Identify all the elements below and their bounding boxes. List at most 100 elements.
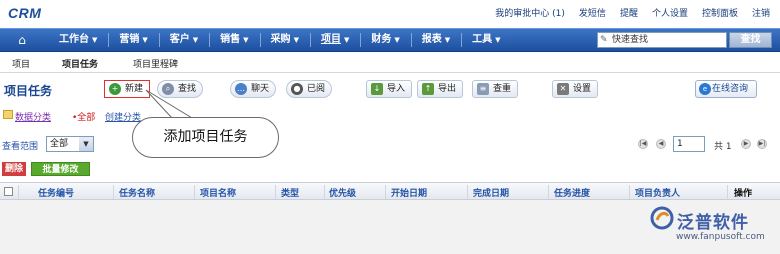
col-project-name[interactable]: 项目名称 — [200, 186, 236, 199]
online-consult-label: 在线咨询 — [712, 84, 749, 94]
nav-item-finance[interactable]: 财务 ▼ — [360, 29, 410, 51]
col-task-progress[interactable]: 任务进度 — [554, 186, 590, 199]
nav-item-marketing[interactable]: 营销 ▼ — [108, 29, 158, 51]
search-icon: ⌕ — [162, 83, 174, 95]
nav-item-label: 客户 — [169, 34, 190, 45]
nav-item-sales[interactable]: 销售 ▼ — [209, 29, 259, 51]
caret-down-icon: ▼ — [192, 36, 199, 44]
nav-item-tools[interactable]: 工具 ▼ — [461, 29, 511, 51]
column-divider — [18, 185, 19, 199]
nav-item-workbench[interactable]: 工作台 ▼ — [48, 29, 108, 51]
nav-item-label: 销售 — [220, 34, 241, 45]
reminder-link[interactable]: 提醒 — [620, 6, 638, 19]
nav-item-label: 营销 — [119, 34, 140, 45]
sub-nav: 项目 项目任务 项目里程碑 — [0, 53, 780, 73]
consult-icon: e — [699, 83, 711, 95]
dedupe-button[interactable]: ≡ 查重 — [472, 80, 519, 98]
page-title: 项目任务 — [4, 84, 53, 98]
logout-link[interactable]: 注销 — [752, 6, 770, 19]
tab-project-tasks[interactable]: 项目任务 — [62, 57, 98, 70]
caret-down-icon: ▼ — [243, 36, 249, 44]
caret-down-icon: ▼ — [444, 36, 451, 44]
export-icon: ↑ — [422, 83, 434, 95]
chat-button-label: 聊天 — [251, 84, 270, 94]
batch-edit-button[interactable]: 批量修改 — [31, 162, 90, 176]
column-divider — [727, 185, 728, 199]
prev-page-icon[interactable]: ◀ — [656, 139, 666, 149]
caret-down-icon: ▼ — [495, 36, 501, 44]
nav-item-label: 财务 — [371, 34, 392, 45]
caret-down-icon: ▼ — [343, 36, 350, 44]
settings-button[interactable]: ✕ 设置 — [552, 80, 599, 98]
nav-item-label: 工具 — [472, 34, 493, 45]
read-button-label: 已阅 — [307, 84, 326, 94]
quick-search-value: 快速查找 — [612, 35, 649, 45]
last-page-icon[interactable]: ▶| — [757, 139, 767, 149]
column-divider — [275, 185, 276, 199]
quick-search-input[interactable]: ✎ 快速查找 — [597, 32, 727, 48]
wrench-icon: ✕ — [557, 83, 569, 95]
col-priority[interactable]: 优先级 — [329, 186, 356, 199]
pencil-icon: ✎ — [600, 35, 608, 45]
data-category-link[interactable]: 数据分类 — [15, 110, 51, 123]
select-all-checkbox[interactable] — [4, 187, 13, 196]
import-button[interactable]: ↓ 导入 — [366, 80, 413, 98]
tab-projects[interactable]: 项目 — [12, 57, 30, 70]
first-page-icon[interactable]: |◀ — [638, 139, 648, 149]
send-sms-link[interactable]: 发短信 — [579, 6, 606, 19]
page-number-value: 1 — [677, 139, 683, 149]
category-all-link[interactable]: •全部 — [72, 110, 95, 123]
find-button-label: 查找 — [178, 84, 197, 94]
brand-watermark: 泛普软件 www.fanpusoft.com — [650, 204, 775, 250]
col-project-owner[interactable]: 项目负责人 — [635, 186, 680, 199]
online-consult-button[interactable]: e 在线咨询 — [695, 80, 757, 98]
delete-button[interactable]: 删除 — [2, 162, 26, 176]
col-task-number[interactable]: 任务编号 — [38, 186, 74, 199]
export-button[interactable]: ↑ 导出 — [417, 80, 464, 98]
nav-item-label: 项目 — [320, 34, 341, 45]
col-finish-date[interactable]: 完成日期 — [473, 186, 509, 199]
find-button[interactable]: ⌕ 查找 — [157, 80, 204, 98]
import-icon: ↓ — [371, 83, 383, 95]
control-panel-link[interactable]: 控制面板 — [702, 6, 738, 19]
create-category-link[interactable]: 创建分类 — [105, 110, 141, 123]
eye-icon: ● — [291, 83, 303, 95]
main-nav: ⌂ 工作台 ▼ 营销 ▼ 客户 ▼ 销售 ▼ 采购 ▼ 项目 ▼ 财务 ▼ 报表 ▼ 工具 ▼ ✎… — [0, 28, 780, 52]
view-scope-value: 全部 — [50, 139, 69, 149]
search-button[interactable]: 查找 — [729, 32, 772, 48]
nav-item-customers[interactable]: 客户 ▼ — [158, 29, 209, 51]
title-row: 项目任务 + 新建 ⌕ 查找 … 聊天 ● 已阅 ↓ 导入 ↑ 导出 ≡ 查重 … — [0, 76, 780, 102]
nav-item-purchasing[interactable]: 采购 ▼ — [259, 29, 310, 51]
view-scope-select[interactable]: 全部 ▼ — [46, 136, 94, 152]
column-divider — [194, 185, 195, 199]
column-divider — [113, 185, 114, 199]
column-divider — [629, 185, 630, 199]
caret-down-icon: ▼ — [394, 36, 400, 44]
home-icon[interactable]: ⌂ — [14, 33, 30, 47]
next-page-icon[interactable]: ▶ — [741, 139, 751, 149]
col-type[interactable]: 类型 — [281, 186, 299, 199]
page-total: 共 1 — [714, 142, 732, 152]
approval-center-link[interactable]: 我的审批中心 (1) — [495, 6, 565, 19]
tab-project-milestones[interactable]: 项目里程碑 — [133, 57, 178, 70]
export-button-label: 导出 — [438, 84, 457, 94]
new-button[interactable]: + 新建 — [104, 80, 151, 98]
main-nav-items: 工作台 ▼ 营销 ▼ 客户 ▼ 销售 ▼ 采购 ▼ 项目 ▼ 财务 ▼ 报表 ▼ 工具 ▼ — [48, 29, 512, 51]
category-bar: 数据分类 •全部 创建分类 — [0, 106, 780, 126]
column-divider — [548, 185, 549, 199]
read-button[interactable]: ● 已阅 — [286, 80, 333, 98]
nav-item-label: 采购 — [270, 34, 291, 45]
app-logo: CRM — [8, 5, 42, 21]
brand-logo-icon — [650, 206, 674, 230]
dedupe-button-label: 查重 — [493, 84, 512, 94]
nav-item-reports[interactable]: 报表 ▼ — [410, 29, 461, 51]
caret-down-icon: ▼ — [92, 36, 98, 44]
chat-button[interactable]: … 聊天 — [230, 80, 277, 98]
col-start-date[interactable]: 开始日期 — [391, 186, 427, 199]
settings-button-label: 设置 — [573, 84, 592, 94]
personal-settings-link[interactable]: 个人设置 — [652, 6, 688, 19]
col-task-name[interactable]: 任务名称 — [119, 186, 155, 199]
nav-item-projects[interactable]: 项目 ▼ — [309, 29, 360, 51]
column-divider — [467, 185, 468, 199]
page-number-input[interactable]: 1 — [673, 136, 705, 152]
